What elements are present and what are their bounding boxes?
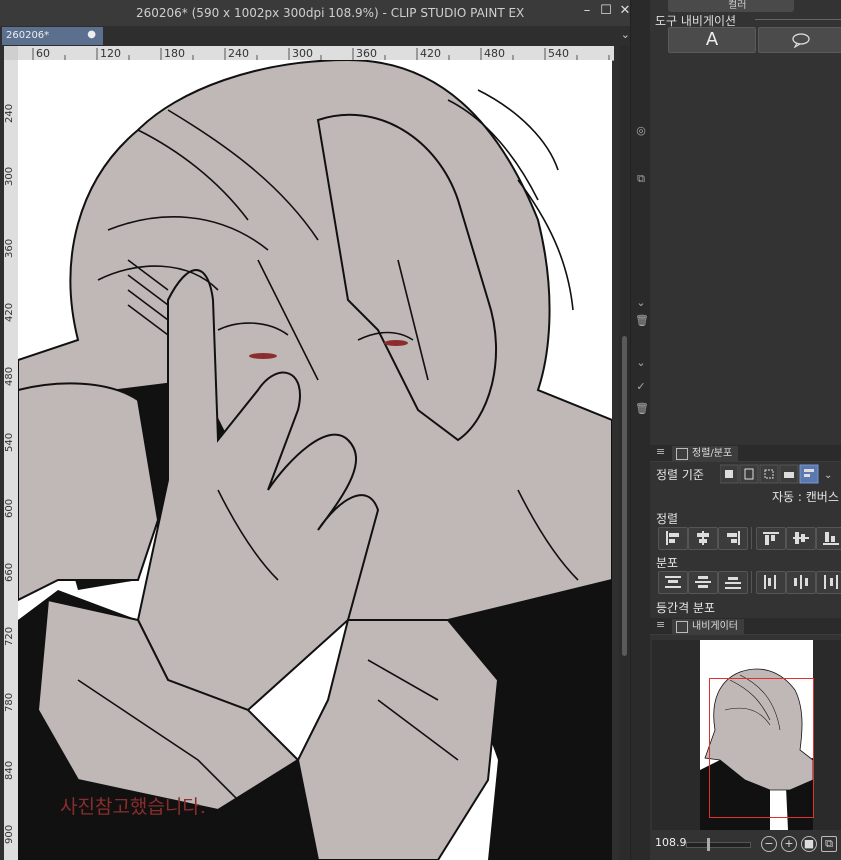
flip-view-icon[interactable]: ⧉ — [821, 836, 837, 852]
group-divider — [755, 19, 841, 20]
ruler-top-label: 60 — [36, 47, 50, 60]
ruler-top-label: 300 — [292, 47, 313, 60]
ruler-left-label: 240 — [4, 103, 15, 123]
align-icon — [676, 448, 688, 460]
distribute-bottom-button[interactable] — [718, 571, 748, 594]
maximize-button[interactable]: ☐ — [597, 3, 615, 18]
distribute-top-button[interactable] — [658, 571, 688, 594]
ruler-top-label: 360 — [356, 47, 377, 60]
color-button[interactable]: 컬러 — [668, 0, 794, 12]
ruler-top-label: 120 — [100, 47, 121, 60]
ruler-left-label: 780 — [4, 692, 15, 712]
ruler-left-label: 360 — [4, 238, 15, 258]
canvas-vertical-scrollbar[interactable] — [619, 46, 630, 860]
ruler-left-label: 720 — [4, 626, 15, 646]
ruler-left-label: 480 — [4, 366, 15, 386]
document-tab-bar: 260206* ● ⌄ — [0, 26, 636, 46]
artwork-illustration — [18, 60, 612, 860]
zoom-out-icon[interactable]: − — [761, 836, 777, 852]
drawing-canvas[interactable]: 사진참고했습니다. — [18, 60, 612, 860]
zoom-slider[interactable] — [686, 838, 751, 851]
ruler-left[interactable]: 240 300 360 420 480 540 600 660 720 780 … — [4, 60, 19, 860]
align-center-button[interactable] — [688, 527, 718, 550]
align-right-button[interactable] — [718, 527, 748, 550]
panel-menu-icon[interactable]: ≡ — [656, 618, 665, 631]
check-icon[interactable]: ✓ — [635, 380, 647, 393]
align-top-button[interactable] — [756, 527, 786, 550]
distribute-section-label: 분포 — [656, 556, 679, 570]
navigator-view-frame[interactable] — [709, 678, 814, 818]
ruler-left-label: 540 — [4, 432, 15, 452]
chevron-down-icon[interactable]: ⌄ — [635, 296, 647, 309]
ruler-left-label: 420 — [4, 302, 15, 322]
document-tab[interactable]: 260206* ● — [2, 27, 103, 45]
ruler-left-label: 660 — [4, 562, 15, 582]
title-bar: 260206* (590 x 1002px 300dpi 108.9%) - C… — [0, 0, 640, 26]
ruler-top-label: 420 — [420, 47, 441, 60]
tab-list-chevron-icon[interactable]: ⌄ — [621, 28, 630, 41]
auto-canvas-label: 자동 : 캔버스 — [772, 490, 839, 504]
align-basis-label: 정렬 기준 — [656, 468, 704, 482]
tab-close-dot-icon[interactable]: ● — [87, 29, 96, 40]
ruler-left-label: 300 — [4, 166, 15, 186]
zoom-slider-knob[interactable] — [707, 838, 710, 851]
document-tab-label: 260206* — [6, 30, 50, 41]
navigator-tab[interactable]: 내비게이터 — [672, 619, 744, 634]
scrollbar-thumb[interactable] — [622, 336, 627, 656]
navigator-icon — [676, 621, 688, 633]
separator — [751, 571, 752, 593]
ruler-top[interactable]: 60 120 180 240 300 360 420 480 540 — [18, 46, 614, 61]
balloon-tool-button[interactable] — [758, 27, 841, 53]
trash-icon[interactable]: 🗑 — [635, 402, 649, 415]
fit-view-icon[interactable]: ■ — [801, 836, 817, 852]
distribute-left-button[interactable] — [756, 571, 786, 594]
color-button-label: 컬러 — [728, 0, 747, 11]
text-tool-button[interactable]: A — [668, 27, 756, 53]
distribute-middle-button[interactable] — [688, 571, 718, 594]
trash-icon[interactable]: 🗑 — [635, 314, 649, 327]
align-left-button[interactable] — [658, 527, 688, 550]
ruler-left-label: 600 — [4, 498, 15, 518]
speech-balloon-icon — [791, 33, 810, 49]
align-bottom-button[interactable] — [816, 527, 841, 550]
align-panel-header: ≡ 정렬/분포 — [650, 445, 841, 462]
ruler-top-label: 480 — [484, 47, 505, 60]
align-middle-button[interactable] — [786, 527, 816, 550]
ruler-top-label: 180 — [164, 47, 185, 60]
chevron-down-icon[interactable]: ⌄ — [635, 356, 647, 369]
panel-menu-icon[interactable]: ≡ — [656, 445, 665, 458]
equal-spacing-label: 등간격 분포 — [656, 601, 716, 615]
separator — [751, 527, 752, 549]
ruler-top-label: 540 — [548, 47, 569, 60]
layer-icon[interactable]: ⧉ — [635, 172, 647, 186]
align-basis-buttons[interactable]: ⌄ — [720, 464, 840, 484]
ruler-left-label: 840 — [4, 760, 15, 780]
align-panel-tab[interactable]: 정렬/분포 — [672, 446, 739, 461]
zoom-in-icon[interactable]: + — [781, 836, 797, 852]
zoom-value[interactable]: 108.9 — [655, 836, 687, 849]
side-dock: ◎ ⧉ ⌄ 🗑 ⌄ ✓ 🗑 — [630, 0, 651, 860]
ruler-corner — [4, 46, 18, 60]
ruler-top-label: 240 — [228, 47, 249, 60]
distribute-center-button[interactable] — [786, 571, 816, 594]
minimize-button[interactable]: – — [578, 3, 596, 18]
navigator-toolbar: 108.9 − + ■ ⧉ — [650, 832, 841, 860]
navigator-panel-header: ≡ 내비게이터 — [650, 618, 841, 635]
align-section-label: 정렬 — [656, 512, 679, 526]
target-icon[interactable]: ◎ — [635, 124, 647, 137]
ruler-left-label: 900 — [4, 824, 15, 844]
window-title: 260206* (590 x 1002px 300dpi 108.9%) - C… — [136, 6, 525, 20]
svg-text:⌄: ⌄ — [824, 470, 832, 481]
distribute-right-button[interactable] — [816, 571, 841, 594]
watermark-text: 사진참고했습니다. — [60, 796, 206, 818]
